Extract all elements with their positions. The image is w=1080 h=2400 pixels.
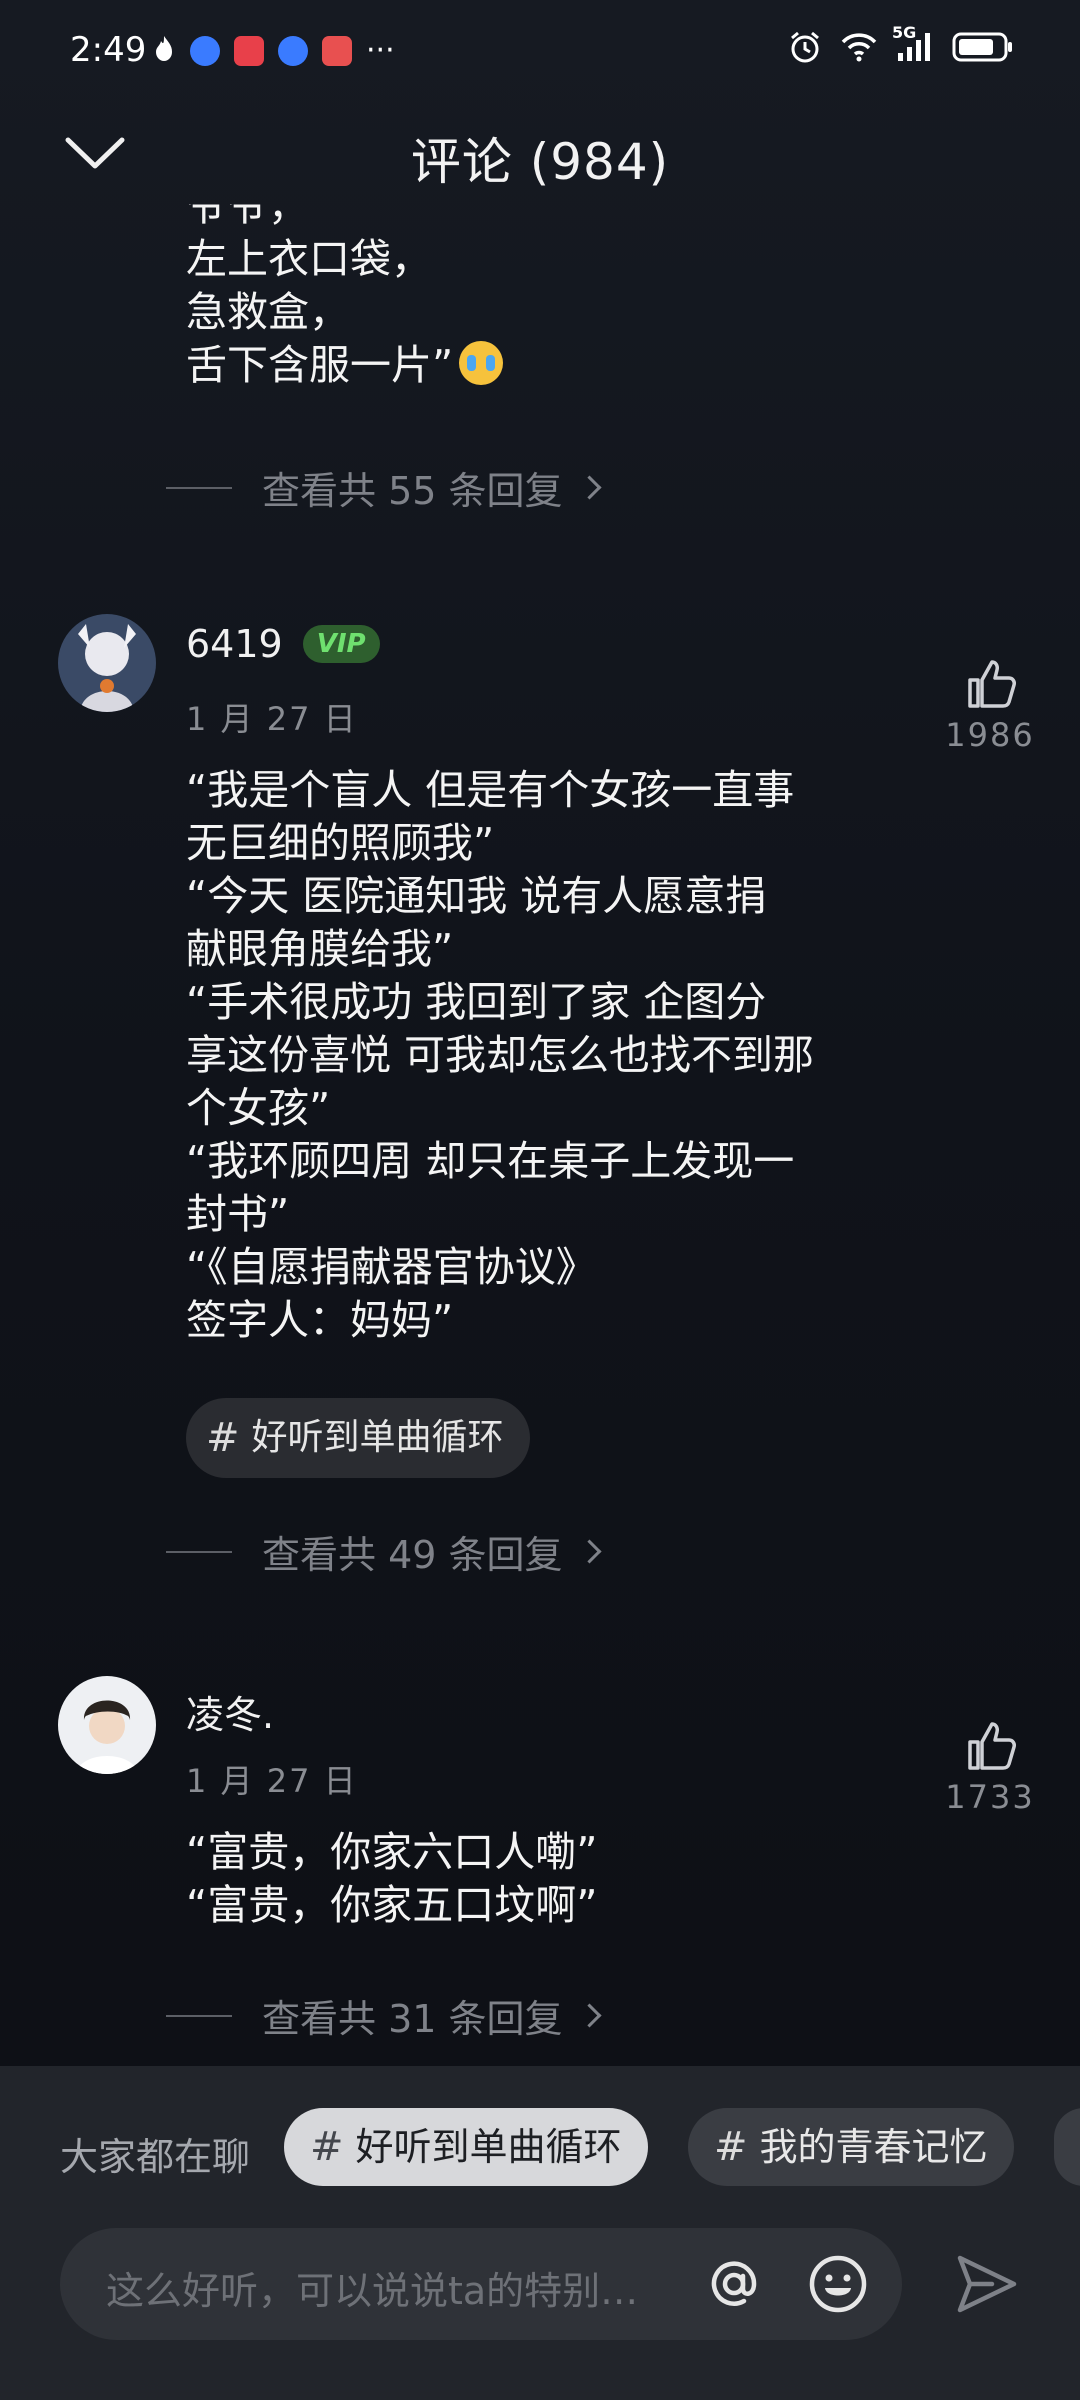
divider-line: [166, 486, 232, 489]
comment-line: 签字人：妈妈”: [186, 1296, 454, 1344]
comment-line: “《自愿捐献器官协议》: [186, 1243, 597, 1291]
comment-body: “我是个盲人 但是有个女孩一直事 无巨细的照顾我” “今天 医院通知我 说有人愿…: [186, 764, 814, 1347]
comment-line: 个女孩”: [186, 1084, 331, 1132]
trending-label: 大家都在聊: [60, 2135, 251, 2179]
like-count: 1986: [945, 716, 1035, 754]
divider-line: [166, 1550, 232, 1553]
book-icon: [322, 36, 352, 66]
previous-comment-body: 爷爷， 左上衣口袋， 急救盒， 舌下含服一片”: [186, 204, 504, 392]
wifi-icon: [840, 32, 878, 66]
comment-line: 急救盒，: [186, 288, 350, 336]
hashtag-icon: #: [714, 2124, 748, 2170]
comment-line: 献眼角膜给我”: [186, 925, 454, 973]
vip-badge: VIP: [302, 625, 380, 663]
comment-list[interactable]: 爷爷， 左上衣口袋， 急救盒， 舌下含服一片” 查看共 55 条回复 6419 …: [0, 204, 1080, 2066]
more-notifications: ···: [366, 33, 395, 68]
like-count: 1733: [945, 1778, 1035, 1816]
chevron-right-icon: [576, 2003, 602, 2028]
app-icon: [234, 36, 264, 66]
view-replies-label: 查看共 55 条回复: [262, 469, 563, 513]
status-bar: 2:49 ··· 5G: [0, 0, 1080, 104]
view-replies-label: 查看共 31 条回复: [262, 1997, 563, 2041]
comment-line: “富贵，你家六口人嘞”: [186, 1828, 598, 1876]
comment-line: “手术很成功 我回到了家 企图分: [186, 978, 767, 1026]
flame-icon: [152, 34, 176, 68]
topic-chip[interactable]: # 好听到单曲循环: [284, 2108, 648, 2186]
crying-face-icon: [459, 341, 504, 385]
comment-line: “我是个盲人 但是有个女孩一直事: [186, 766, 795, 814]
comments-header: 评论 (984): [0, 104, 1080, 204]
username[interactable]: 6419 VIP: [186, 622, 380, 666]
comment-line: 左上衣口袋，: [186, 235, 432, 283]
comment-line: “富贵，你家五口坟啊”: [186, 1881, 598, 1929]
system-icons: 5G: [788, 23, 1014, 68]
status-time: 2:49: [70, 30, 147, 70]
comment-body: “富贵，你家六口人嘞” “富贵，你家五口坟啊”: [186, 1826, 597, 1932]
topic-chip[interactable]: # 我的青春记忆: [688, 2108, 1014, 2186]
comment-input-placeholder: 这么好听，可以说说ta的特别…: [106, 2269, 639, 2313]
hashtag-icon: #: [206, 1415, 240, 1461]
avatar[interactable]: [58, 1676, 156, 1774]
view-replies-link[interactable]: 查看共 31 条回复: [166, 1988, 602, 2043]
topic-chip-label: 好听到单曲循环: [355, 2125, 622, 2169]
comment-input[interactable]: 这么好听，可以说说ta的特别…: [60, 2228, 902, 2340]
signal-icon: 5G: [892, 23, 934, 67]
browser-icon: [190, 36, 220, 66]
username-text: 凌冬.: [186, 1693, 275, 1737]
avatar[interactable]: [58, 614, 156, 712]
view-replies-link[interactable]: 查看共 55 条回复: [166, 460, 602, 515]
comment-date: 1 月 27 日: [186, 700, 358, 738]
emoji-button[interactable]: [800, 2246, 876, 2322]
hashtag-icon: #: [310, 2124, 344, 2170]
network-type: 5G: [892, 23, 917, 42]
topic-chip-more[interactable]: [1054, 2108, 1080, 2186]
comment-composer-panel: 大家都在聊 # 好听到单曲循环 # 我的青春记忆 这么好听，可以说说ta的特别…: [0, 2066, 1080, 2400]
notification-icons: ···: [152, 34, 395, 68]
send-icon: [957, 2255, 1017, 2313]
comment-line: 舌下含服一片”: [186, 341, 454, 389]
alarm-icon: [788, 30, 822, 68]
comment-line: 封书”: [186, 1190, 290, 1238]
view-replies-link[interactable]: 查看共 49 条回复: [166, 1524, 602, 1579]
comment-line: “我环顾四周 却只在桌子上发现一: [186, 1137, 795, 1185]
send-button[interactable]: [948, 2246, 1024, 2322]
chevron-right-icon: [576, 1539, 602, 1564]
topic-chip-label: 我的青春记忆: [759, 2125, 988, 2169]
comment-line: 享这份喜悦 可我却怎么也找不到那: [186, 1031, 815, 1079]
at-icon: [711, 2261, 757, 2306]
browser-icon: [278, 36, 308, 66]
smiley-icon: [809, 2255, 867, 2313]
thumbs-up-icon: [968, 1722, 1016, 1770]
topic-tag-label: 好听到单曲循环: [251, 1417, 504, 1458]
comment-line: “今天 医院通知我 说有人愿意捐: [186, 872, 767, 920]
battery-icon: [952, 31, 1014, 67]
view-replies-label: 查看共 49 条回复: [262, 1533, 563, 1577]
thumbs-up-icon: [968, 660, 1016, 708]
comment-line: 爷爷，: [186, 204, 309, 230]
username[interactable]: 凌冬.: [186, 1684, 274, 1739]
mention-button[interactable]: [696, 2246, 772, 2322]
page-title: 评论 (984): [410, 133, 670, 191]
chevron-right-icon: [576, 475, 602, 500]
comment-line: 无巨细的照顾我”: [186, 819, 495, 867]
comments-screen: 2:49 ··· 5G 评论 (984) 爷爷， 左上衣口袋， 急救盒， 舌下含…: [0, 0, 1080, 2400]
divider-line: [166, 2014, 232, 2017]
topic-tag[interactable]: # 好听到单曲循环: [186, 1398, 530, 1478]
comment-date: 1 月 27 日: [186, 1762, 358, 1800]
username-text: 6419: [186, 622, 283, 666]
